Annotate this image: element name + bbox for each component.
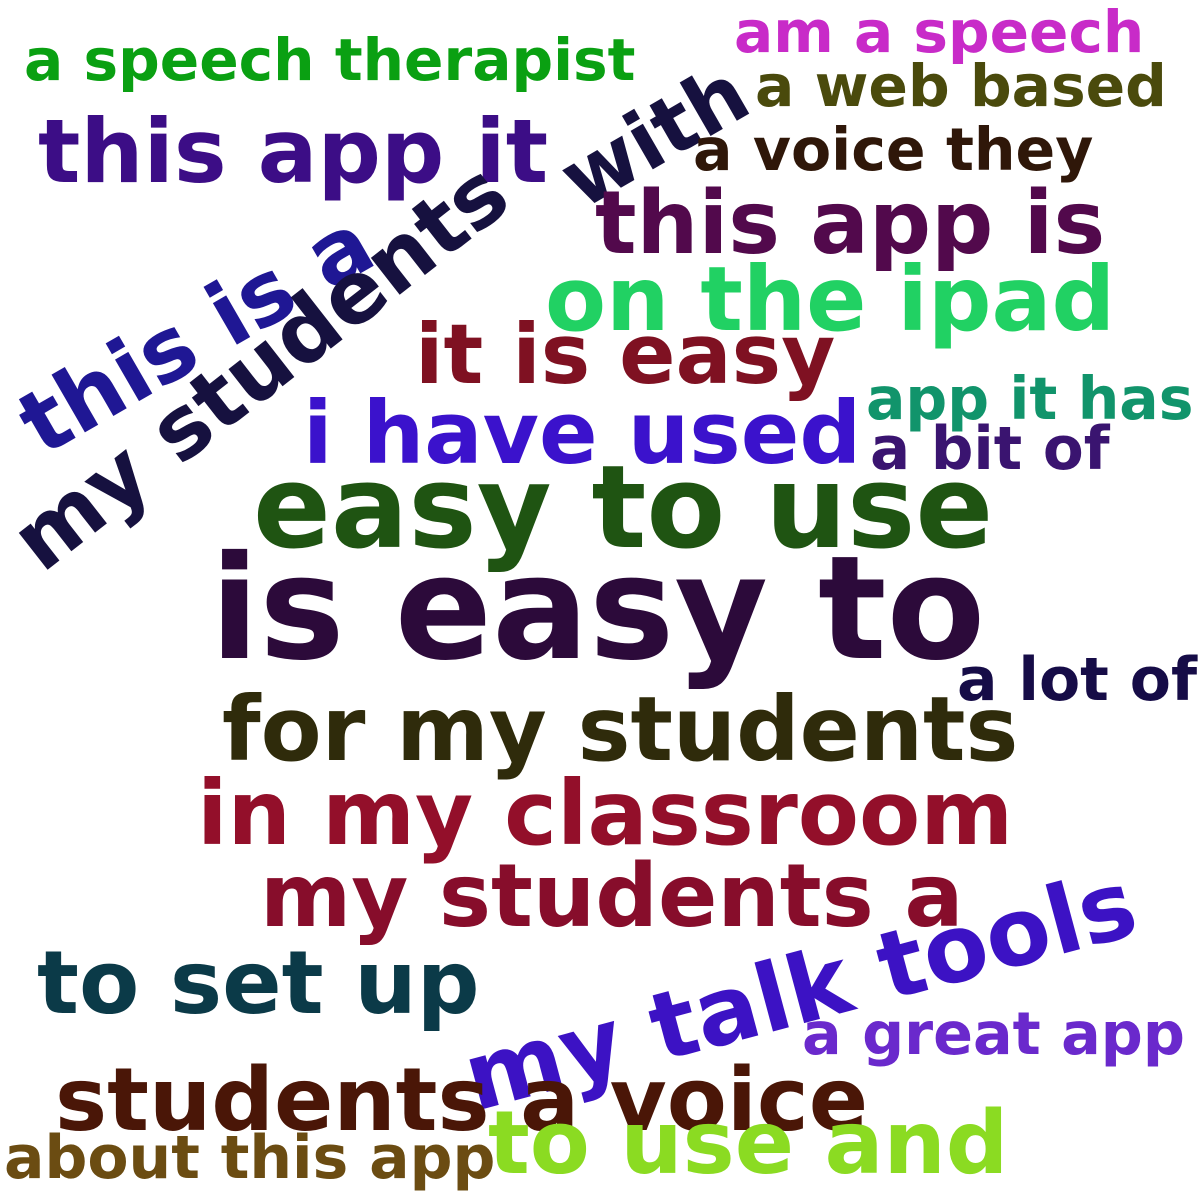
word-a-speech-therapist: a speech therapist — [24, 26, 636, 94]
word-to-use-and: to use and — [488, 1092, 1009, 1194]
word-it-is-easy: it is easy — [415, 306, 836, 403]
word-is-easy-to: is easy to — [210, 525, 986, 692]
word-a-web-based: a web based — [755, 52, 1167, 120]
word-am-a-speech: am a speech — [734, 0, 1145, 66]
word-cloud: a speech therapist am a speech a web bas… — [0, 0, 1200, 1200]
word-for-my-students: for my students — [222, 678, 1019, 781]
word-to-set-up: to set up — [37, 932, 480, 1034]
word-about-this-app: about this app — [4, 1123, 496, 1193]
word-a-voice-they: a voice they — [693, 116, 1094, 184]
